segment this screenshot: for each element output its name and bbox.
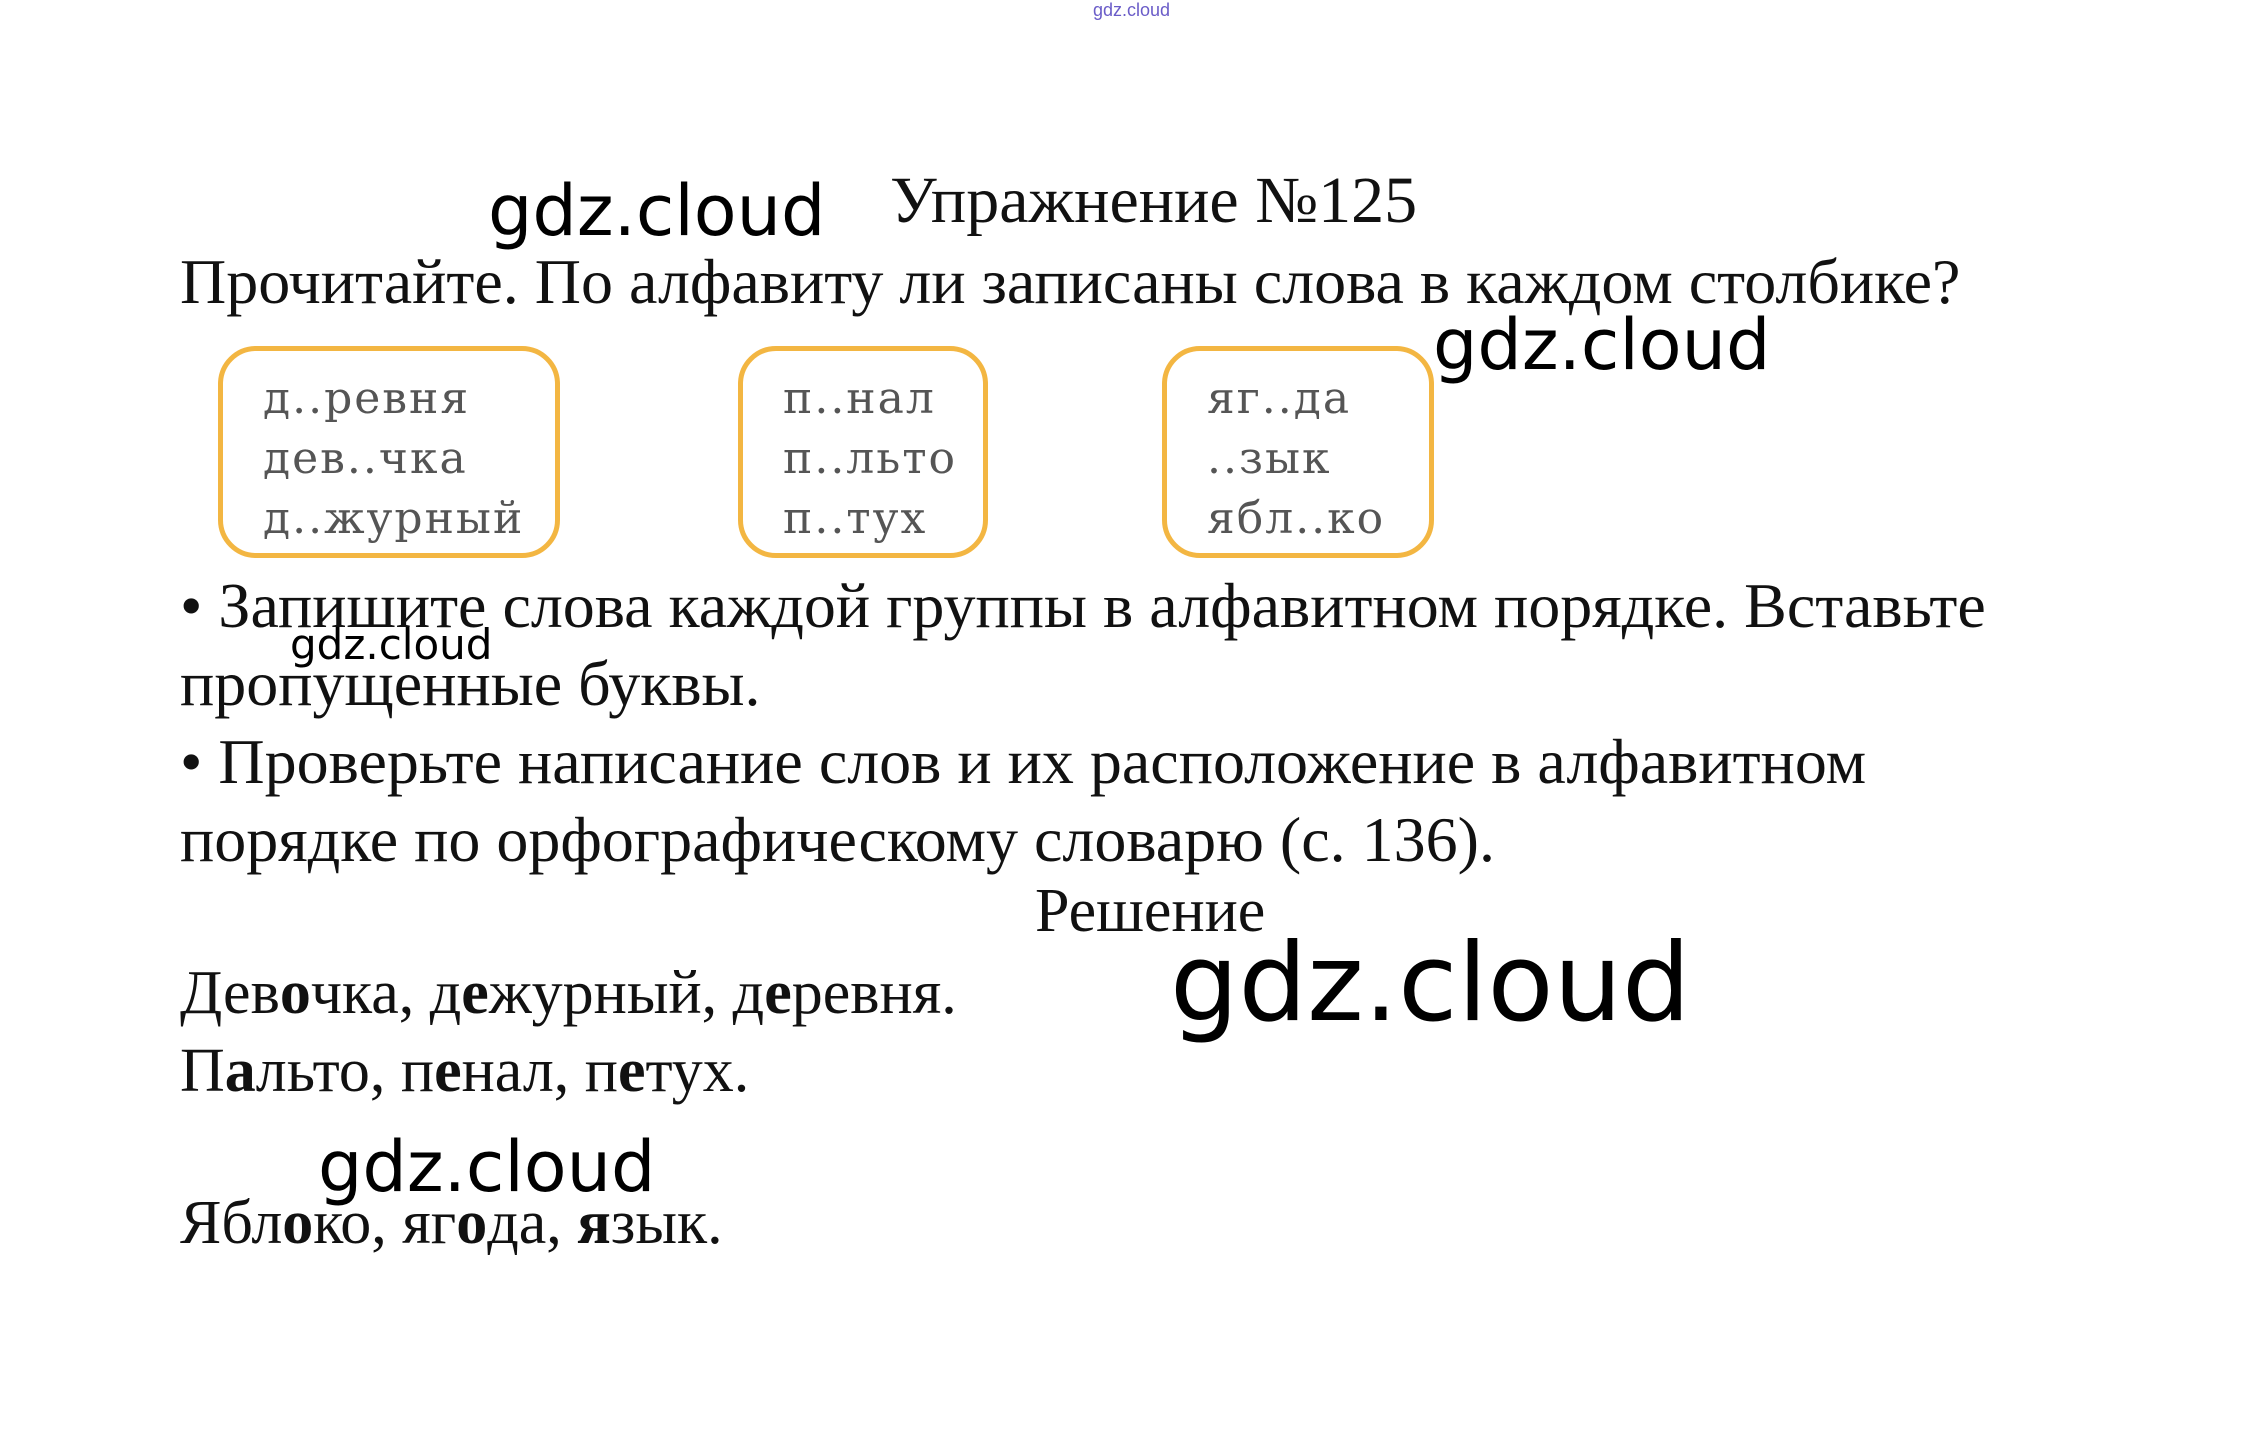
word-group-1-word: д..журный bbox=[263, 493, 525, 544]
solution-line-1: Девочка, дежурный, деревня. bbox=[180, 959, 957, 1027]
word-group-3-word: ябл..ко bbox=[1207, 493, 1386, 544]
word-group-1-word: дев..чка bbox=[263, 433, 468, 484]
watermark: gdz.cloud bbox=[488, 170, 826, 252]
exercise-title: Упражнение №125 bbox=[890, 164, 1418, 237]
word-group-2-word: п..тух bbox=[783, 493, 928, 544]
solution-heading: Решение bbox=[1035, 877, 1266, 945]
word-group-1-word: д..ревня bbox=[263, 373, 471, 424]
task-bullet-2-line-2: порядке по орфографическому словарю (с. … bbox=[180, 804, 1495, 875]
task-question: Прочитайте. По алфавиту ли записаны слов… bbox=[180, 246, 1961, 317]
watermark: gdz.cloud bbox=[1170, 921, 1691, 1046]
top-watermark: gdz.cloud bbox=[1093, 0, 1171, 20]
word-group-3-word: ..зык bbox=[1207, 433, 1332, 484]
task-bullet-1-line-1: • Запишите слова каждой группы в алфавит… bbox=[180, 570, 1986, 641]
watermark: gdz.cloud bbox=[1433, 304, 1771, 386]
word-group-1: д..ревня дев..чка д..журный bbox=[218, 346, 560, 558]
word-group-3-word: яг..да bbox=[1207, 373, 1352, 424]
solution-line-2: Пальто, пенал, петух. bbox=[180, 1037, 750, 1105]
word-group-2-word: п..нал bbox=[783, 373, 936, 424]
task-bullet-1-line-2: пропущенные буквы. bbox=[180, 648, 761, 719]
task-bullet-2-line-1: • Проверьте написание слов и их располож… bbox=[180, 726, 1867, 797]
solution-line-3: Яблоко, ягода, язык. bbox=[180, 1189, 723, 1257]
word-group-2-word: п..льто bbox=[783, 433, 958, 484]
word-group-3: яг..да ..зык ябл..ко bbox=[1162, 346, 1434, 558]
word-group-2: п..нал п..льто п..тух bbox=[738, 346, 988, 558]
